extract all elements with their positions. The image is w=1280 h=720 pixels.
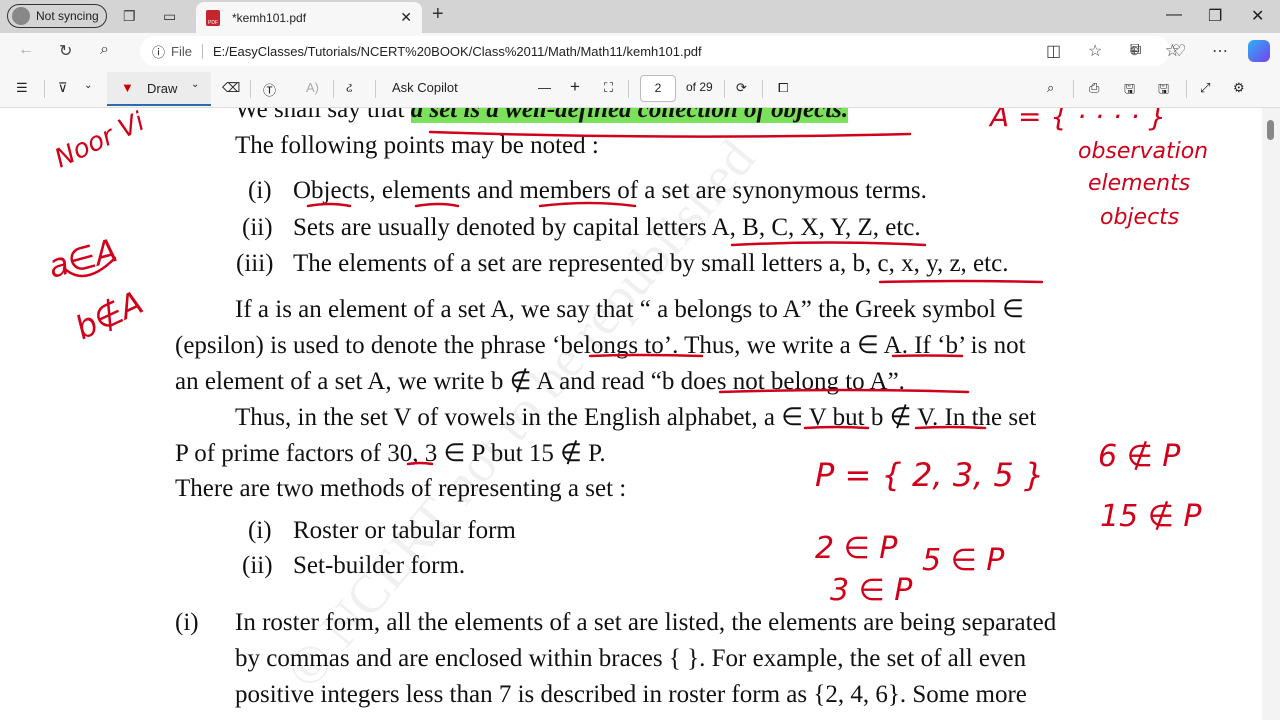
highlighted-definition: a set is a well-defined collection of ob… [410, 108, 849, 123]
page-view-icon[interactable]: ⧠ [778, 80, 788, 96]
split-screen-icon[interactable]: ◫ [1046, 41, 1061, 61]
text-line: The elements of a set are represented by… [293, 250, 1009, 277]
copilot-icon[interactable] [1248, 40, 1270, 62]
handwritten-6-notin-P: 6 ∉ P [1098, 439, 1181, 474]
text-line: by commas and are enclosed within braces… [235, 645, 1027, 672]
back-icon[interactable]: ← [18, 41, 34, 59]
top-line: We shall say that a set is a well-define… [235, 108, 849, 124]
handwritten-elements: elements [1088, 171, 1190, 196]
handwritten-2-in-P: 2 ∈ P [815, 531, 898, 566]
tab-actions-icon[interactable]: ▭ [163, 8, 176, 25]
item-label: (ii) [242, 214, 273, 241]
handwritten-objects: objects [1100, 205, 1179, 230]
address-bar-row: ← ↻ ⌕ ⓘ File E:/EasyClasses/Tutorials/NCER… [0, 33, 1280, 70]
draw-pen-icon: ▼ [121, 80, 134, 95]
text-line: Sets are usually denoted by capital lett… [293, 214, 921, 241]
page-number-input[interactable]: 2 [640, 75, 676, 102]
text-line: If a is an element of a set A, we say th… [235, 296, 1024, 323]
text-line: Thus, in the set V of vowels in the Engl… [235, 404, 1037, 431]
add-text-icon[interactable]: Ⓣ [263, 80, 276, 99]
highlight-icon[interactable]: ⊽ [58, 80, 68, 96]
handwritten-P-set: P = { 2, 3, 5 } [815, 456, 1044, 494]
item-label: (i) [248, 177, 272, 204]
text-line: an element of a set A, we write b ∉ A an… [175, 368, 905, 395]
draw-label: Draw [147, 81, 178, 96]
arrow [62, 256, 117, 278]
ask-copilot-button[interactable]: Ask Copilot [392, 80, 458, 95]
text-line: positive integers less than 7 is describ… [235, 681, 1027, 708]
item-label: (iii) [236, 250, 274, 277]
translate-icon[interactable]: ઢ [346, 80, 352, 96]
minimize-icon[interactable]: — [1166, 6, 1182, 24]
info-icon: ⓘ [152, 44, 166, 60]
handwritten-a-in-A: a∈A [44, 231, 121, 286]
handwritten-15-notin-P: 15 ∉ P [1100, 499, 1202, 534]
scrollbar-thumb[interactable] [1267, 120, 1274, 140]
search-icon[interactable]: ⌕ [100, 41, 109, 59]
eraser-icon[interactable]: ⌫ [222, 80, 240, 96]
handwritten-A-set: A = { · · · · } [988, 108, 1166, 133]
pdf-page: © NCERT not to be republished We shall s… [0, 108, 1262, 720]
restore-icon[interactable]: ❐ [1208, 6, 1222, 26]
read-aloud-icon[interactable]: A) [306, 80, 319, 95]
more-icon[interactable]: ⋯ [1212, 41, 1228, 61]
find-icon[interactable]: ⌕ [1047, 80, 1054, 96]
new-tab-icon[interactable]: + [432, 3, 444, 26]
refresh-icon[interactable]: ↻ [59, 41, 72, 61]
handwritten-5-in-P: 5 ∈ P [922, 543, 1005, 578]
profile-button[interactable]: Not syncing [7, 4, 107, 28]
text-line: There are two methods of representing a … [175, 475, 627, 502]
text-line: (epsilon) is used to denote the phrase ‘… [175, 332, 1026, 359]
save-icon[interactable]: 🖫 [1124, 80, 1135, 102]
pdf-icon: PDF [206, 9, 220, 26]
text-line: Set-builder form. [293, 552, 466, 579]
handwritten-3-in-P: 3 ∈ P [830, 573, 913, 608]
highlight-chevron-icon[interactable]: ⌄ [84, 80, 92, 91]
text: We shall say that [235, 108, 411, 123]
url-scheme: File [171, 43, 203, 59]
item-label: (i) [248, 517, 272, 544]
draw-button[interactable]: ▼ Draw ⌄ [107, 72, 211, 106]
handwritten-b-notin-A: b∉A [69, 283, 149, 347]
settings-icon[interactable]: ⚙ [1233, 80, 1245, 96]
save-as-icon[interactable]: 🖫 [1158, 80, 1169, 102]
vertical-scrollbar[interactable] [1262, 108, 1280, 720]
pdf-toolbar: ☰ ⊽ ⌄ ▼ Draw ⌄ ⌫ Ⓣ A) ઢ Ask Copilot — + … [0, 70, 1280, 108]
close-tab-icon[interactable]: ✕ [400, 9, 412, 26]
text-line: In roster form, all the elements of a se… [235, 609, 1057, 636]
item-label: (ii) [242, 552, 273, 579]
page-total: of 29 [686, 80, 713, 94]
tab-title: *kemh101.pdf [232, 10, 307, 25]
avatar [12, 7, 30, 25]
print-icon[interactable]: ⎙ [1089, 80, 1099, 96]
text-line: P of prime factors of 30, 3 ∈ P but 15 ∉… [175, 440, 606, 467]
zoom-in-icon[interactable]: + [570, 77, 580, 97]
rotate-icon[interactable]: ⟳ [736, 80, 747, 96]
workspaces-icon[interactable]: ❐ [123, 8, 136, 25]
favorites-icon[interactable]: ☆ [1088, 41, 1102, 61]
handwritten-observation: observation [1078, 139, 1208, 164]
fit-page-icon[interactable]: ⛶ [604, 80, 613, 96]
tab-bar: Not syncing ❐ ▭ PDF *kemh101.pdf ✕ + — ❐ ✕ [0, 0, 1280, 33]
text-line: Objects, elements and members of a set a… [293, 177, 927, 204]
draw-chevron-icon: ⌄ [191, 79, 200, 90]
collections-icon[interactable]: ⧉ [1130, 41, 1141, 59]
fullscreen-icon[interactable]: ⤢ [1200, 80, 1210, 96]
address-input[interactable]: ⓘ File E:/EasyClasses/Tutorials/NCERT%20BO… [140, 36, 1180, 66]
profile-label: Not syncing [36, 9, 99, 23]
underline [878, 279, 1044, 284]
zoom-out-icon[interactable]: — [538, 80, 551, 95]
browser-essentials-icon[interactable]: ♡ [1172, 41, 1186, 61]
close-window-icon[interactable]: ✕ [1251, 6, 1264, 26]
handwritten-name: Noor Vi [50, 108, 150, 174]
url-text: E:/EasyClasses/Tutorials/NCERT%20BOOK/Cl… [212, 43, 702, 59]
text-line: Roster or tabular form [293, 517, 516, 544]
item-label: (i) [175, 609, 199, 636]
underline [730, 241, 927, 247]
text-line: The following points may be noted : [235, 132, 599, 159]
tab-kemh101[interactable]: PDF *kemh101.pdf ✕ [196, 2, 422, 33]
contents-icon[interactable]: ☰ [16, 80, 28, 96]
